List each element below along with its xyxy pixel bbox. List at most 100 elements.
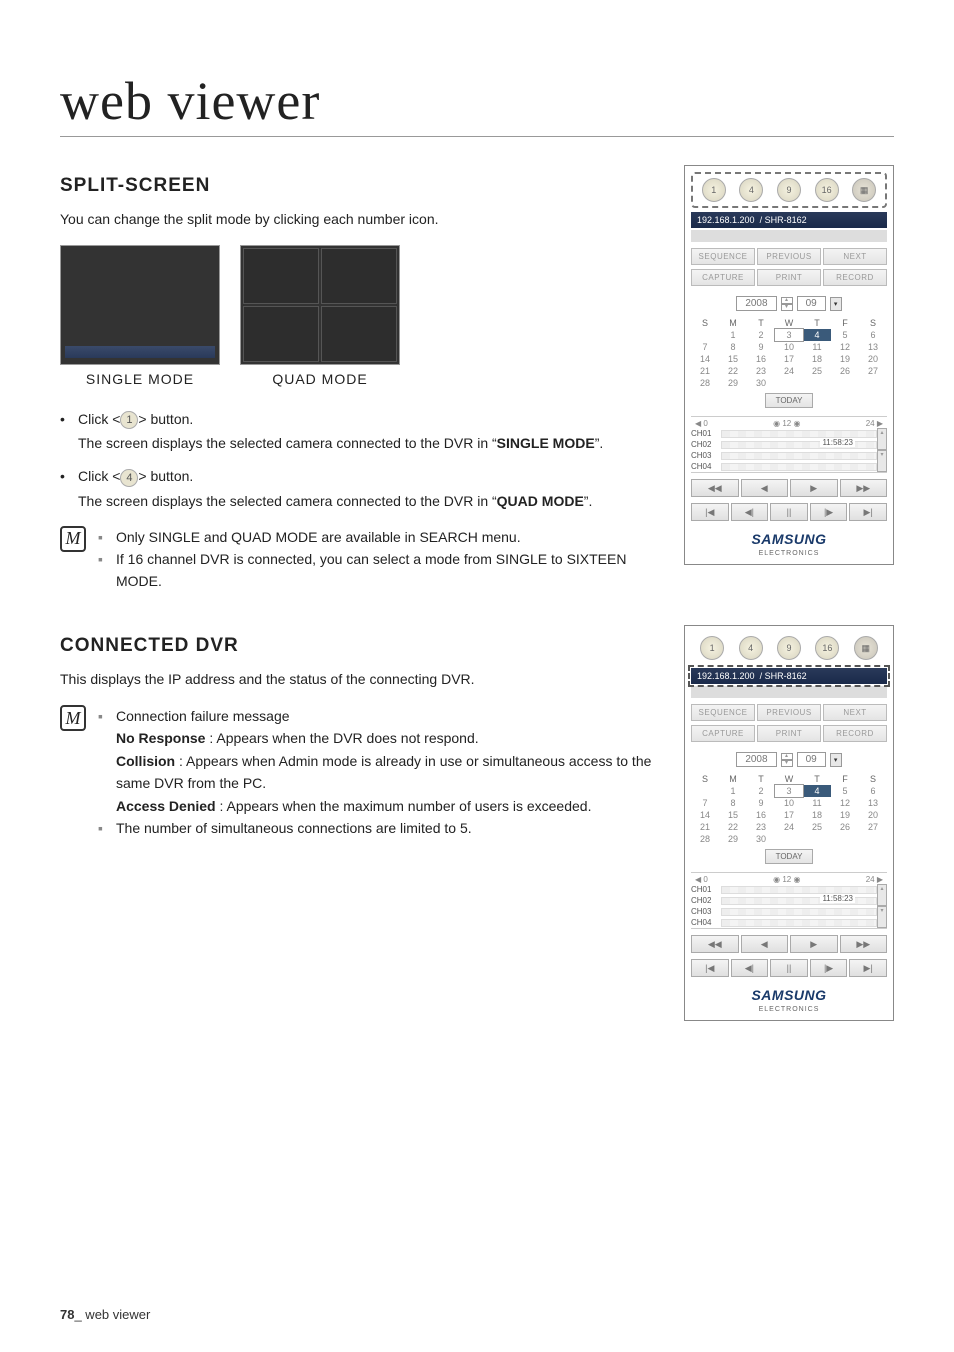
calendar-day-selected[interactable]: 4 <box>803 785 831 797</box>
page-title: web viewer <box>60 70 894 137</box>
step-fwd-button[interactable]: |▶ <box>810 503 848 521</box>
mode-1-button[interactable]: 1 <box>700 636 724 660</box>
single-mode-label: SINGLE MODE <box>60 371 220 387</box>
quad-mode-screenshot <box>240 245 400 365</box>
click-4-post: > button. <box>138 468 193 484</box>
split-screen-heading: SPLIT-SCREEN <box>60 175 654 197</box>
timeline-bar[interactable] <box>721 452 877 460</box>
mode-16-button[interactable]: 16 <box>815 636 839 660</box>
today-button[interactable]: TODAY <box>765 393 814 408</box>
mode-4-button[interactable]: 4 <box>739 636 763 660</box>
samsung-sublogo: ELECTRONICS <box>759 1006 820 1013</box>
calendar-day[interactable]: 3 <box>775 329 803 341</box>
timeline-scroll[interactable]: ▴▾ <box>877 884 887 928</box>
note-bullet: ▪ <box>98 526 108 548</box>
timeline-bar[interactable] <box>721 919 877 927</box>
collision-text: : Appears when Admin mode is already in … <box>116 753 651 791</box>
play-rev-button[interactable]: ◀ <box>741 935 789 953</box>
next-button[interactable]: NEXT <box>823 248 887 265</box>
split-mode-selector: 1 4 9 16 ▦ <box>691 632 887 664</box>
click-4-pre: Click < <box>78 468 120 484</box>
quad-mode-label: QUAD MODE <box>240 371 400 387</box>
no-response-text: : Appears when the DVR does not respond. <box>205 730 478 746</box>
year-input[interactable]: 2008 <box>736 752 776 767</box>
year-spinner[interactable]: ▴▾ <box>781 753 793 767</box>
calendar-day[interactable]: 3 <box>775 785 803 797</box>
mode-full-button[interactable]: ▦ <box>854 636 878 660</box>
mode-full-button[interactable]: ▦ <box>852 178 876 202</box>
quad-mode-desc-a: The screen displays the selected camera … <box>78 493 497 509</box>
record-button[interactable]: RECORD <box>823 269 887 286</box>
skip-start-button[interactable]: |◀ <box>691 959 729 977</box>
timeline-time: 11:58:23 <box>820 894 855 903</box>
calendar-day-selected[interactable]: 4 <box>803 329 831 341</box>
dvr-panel-split: 1 4 9 16 ▦ 192.168.1.200 / SHR-8162 SEQU… <box>684 165 894 565</box>
sequence-button[interactable]: SEQUENCE <box>691 248 755 265</box>
page-footer: 78_ web viewer <box>60 1307 150 1322</box>
connected-dvr-heading: CONNECTED DVR <box>60 635 654 657</box>
timeline-time: 11:58:23 <box>820 438 855 447</box>
conn-limit-text: The number of simultaneous connections a… <box>116 817 472 839</box>
skip-start-button[interactable]: |◀ <box>691 503 729 521</box>
play-fwd-button[interactable]: ▶ <box>790 479 838 497</box>
single-mode-desc-a: The screen displays the selected camera … <box>78 435 497 451</box>
timeline-bar[interactable] <box>721 463 877 471</box>
mode-1-icon: 1 <box>120 411 138 429</box>
capture-button[interactable]: CAPTURE <box>691 269 755 286</box>
split-screen-intro: You can change the split mode by clickin… <box>60 211 654 227</box>
fast-fwd-button[interactable]: ▶▶ <box>840 935 888 953</box>
no-response-label: No Response <box>116 730 205 746</box>
skip-end-button[interactable]: ▶| <box>849 503 887 521</box>
skip-end-button[interactable]: ▶| <box>849 959 887 977</box>
pause-button[interactable]: || <box>770 503 808 521</box>
access-denied-text: : Appears when the maximum number of use… <box>216 798 592 814</box>
fast-fwd-button[interactable]: ▶▶ <box>840 479 888 497</box>
click-1-post: > button. <box>138 411 193 427</box>
quad-mode-desc-b: ”. <box>584 493 593 509</box>
channel-label: CH04 <box>691 918 721 927</box>
timeline-bar[interactable] <box>721 908 877 916</box>
channel-label: CH02 <box>691 440 721 449</box>
timeline-bar[interactable] <box>721 430 877 438</box>
play-fwd-button[interactable]: ▶ <box>790 935 838 953</box>
mode-4-button[interactable]: 4 <box>739 178 763 202</box>
timeline-bar[interactable] <box>721 886 877 894</box>
capture-button[interactable]: CAPTURE <box>691 725 755 742</box>
dvr-panel-connected: 1 4 9 16 ▦ 192.168.1.200 / SHR-8162 SEQU… <box>684 625 894 1021</box>
previous-button[interactable]: PREVIOUS <box>757 704 821 721</box>
mode-9-button[interactable]: 9 <box>777 178 801 202</box>
print-button[interactable]: PRINT <box>757 725 821 742</box>
sequence-button[interactable]: SEQUENCE <box>691 704 755 721</box>
previous-button[interactable]: PREVIOUS <box>757 248 821 265</box>
month-input[interactable]: 09 <box>797 752 826 767</box>
single-mode-screenshot <box>60 245 220 365</box>
today-button[interactable]: TODAY <box>765 849 814 864</box>
next-button[interactable]: NEXT <box>823 704 887 721</box>
year-input[interactable]: 2008 <box>736 296 776 311</box>
split-mode-selector: 1 4 9 16 ▦ <box>691 172 887 208</box>
step-back-button[interactable]: ◀| <box>731 959 769 977</box>
month-dropdown[interactable]: ▾ <box>830 753 842 767</box>
rewind-button[interactable]: ◀◀ <box>691 935 739 953</box>
print-button[interactable]: PRINT <box>757 269 821 286</box>
timeline-scroll[interactable]: ▴▾ <box>877 428 887 472</box>
record-button[interactable]: RECORD <box>823 725 887 742</box>
month-input[interactable]: 09 <box>797 296 826 311</box>
single-mode-desc-b: ”. <box>595 435 604 451</box>
step-fwd-button[interactable]: |▶ <box>810 959 848 977</box>
pause-button[interactable]: || <box>770 959 808 977</box>
mode-4-icon: 4 <box>120 469 138 487</box>
mode-9-button[interactable]: 9 <box>777 636 801 660</box>
year-spinner[interactable]: ▴▾ <box>781 297 793 311</box>
month-dropdown[interactable]: ▾ <box>830 297 842 311</box>
quad-mode-desc-strong: QUAD MODE <box>497 493 584 509</box>
mode-16-button[interactable]: 16 <box>815 178 839 202</box>
mode-1-button[interactable]: 1 <box>702 178 726 202</box>
step-back-button[interactable]: ◀| <box>731 503 769 521</box>
access-denied-label: Access Denied <box>116 798 216 814</box>
play-rev-button[interactable]: ◀ <box>741 479 789 497</box>
ip-status-bar-highlighted: 192.168.1.200 / SHR-8162 <box>691 668 887 684</box>
rewind-button[interactable]: ◀◀ <box>691 479 739 497</box>
click-1-pre: Click < <box>78 411 120 427</box>
note-16ch: If 16 channel DVR is connected, you can … <box>116 548 654 593</box>
